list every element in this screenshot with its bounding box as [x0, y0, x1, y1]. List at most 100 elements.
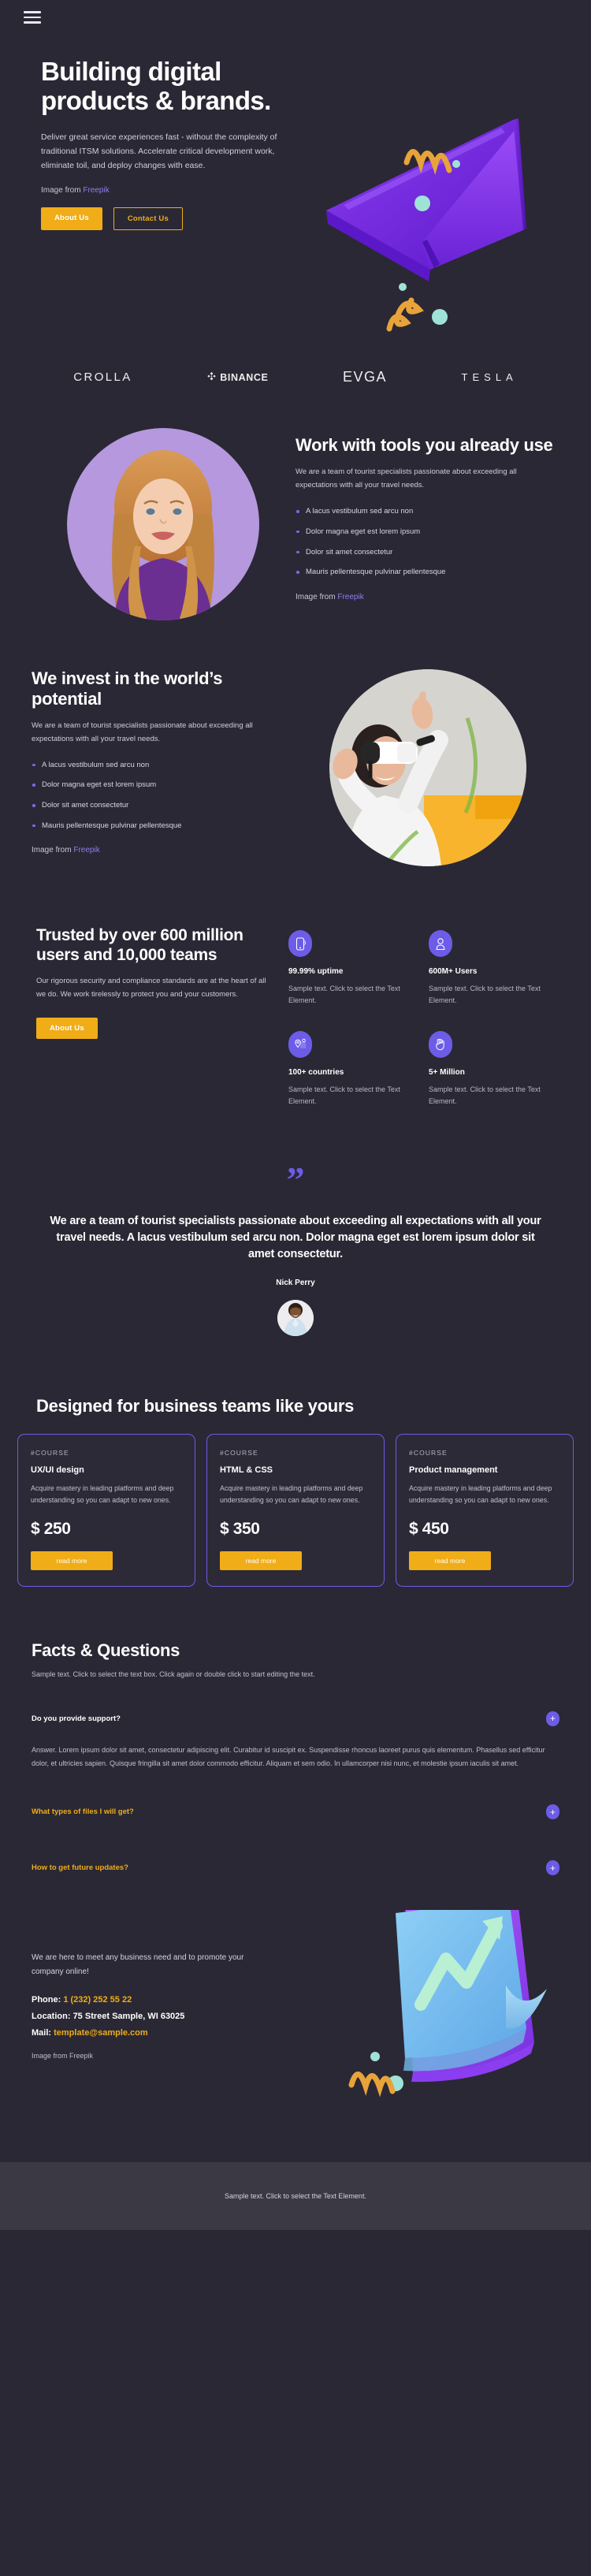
- trusted-about-us-button[interactable]: About Us: [36, 1017, 98, 1039]
- pricing-title: Designed for business teams like yours: [36, 1396, 355, 1416]
- hero-text-block: Building digital products & brands. Deli…: [0, 57, 315, 230]
- pricing-card-product-management[interactable]: #COURSE Product management Acquire maste…: [396, 1434, 574, 1587]
- card-price: $ 250: [31, 1519, 71, 1538]
- tools-bullet-list: A lacus vestibulum sed arcu non Dolor ma…: [296, 502, 559, 583]
- list-item: Dolor magna eget est lorem ipsum: [32, 776, 296, 796]
- tools-section: Work with tools you already use We are a…: [0, 420, 591, 645]
- stat-description: Sample text. Click to select the Text El…: [288, 985, 400, 1005]
- faq-question: What types of files I will get?: [32, 1807, 134, 1817]
- paper-plane-3d-illustration: [312, 73, 588, 333]
- freepik-link[interactable]: Freepik: [337, 593, 363, 601]
- plus-icon[interactable]: +: [546, 1711, 559, 1726]
- mobile-phone-icon: [288, 930, 312, 958]
- trusted-title: Trusted by over 600 million users and 10…: [36, 926, 243, 965]
- stat-description: Sample text. Click to select the Text El…: [429, 1085, 541, 1105]
- contact-image-credit: Image from Freepik: [32, 2052, 94, 2060]
- stat-card-countries: 100+ countries Sample text. Click to sel…: [288, 1030, 414, 1108]
- tools-text-column: Work with tools you already use We are a…: [296, 435, 559, 613]
- credit-prefix: Image from: [296, 592, 338, 601]
- contact-us-button[interactable]: Contact Us: [113, 207, 183, 230]
- hamburger-menu-icon[interactable]: [24, 8, 41, 27]
- faq-section: Facts & Questions Sample text. Click to …: [0, 1610, 591, 1902]
- map-pin-location-icon: [288, 1030, 312, 1058]
- stat-card-users: 600M+ Users Sample text. Click to select…: [429, 930, 555, 1007]
- read-more-button[interactable]: read more: [31, 1550, 113, 1570]
- about-us-button[interactable]: About Us: [41, 207, 102, 230]
- avatar-portrait-man: [277, 1300, 314, 1337]
- stat-description: Sample text. Click to select the Text El…: [429, 985, 541, 1005]
- stat-card-uptime: 99.99% uptime Sample text. Click to sele…: [288, 930, 414, 1007]
- phone-value[interactable]: 1 (232) 252 55 22: [63, 1995, 132, 2005]
- card-description: Acquire mastery in leading platforms and…: [220, 1484, 363, 1505]
- contact-lead-text: We are here to meet any business need an…: [32, 1953, 244, 1977]
- freepik-link[interactable]: Freepik: [83, 186, 109, 195]
- testimonial-text: We are a team of tourist specialists pas…: [50, 1215, 541, 1261]
- stat-title: 99.99% uptime: [288, 967, 344, 977]
- faq-lead-text: Sample text. Click to select the text bo…: [32, 1670, 315, 1678]
- portrait-woman-purple-background: [67, 428, 260, 621]
- contact-location-line: Location: 75 Street Sample, WI 63025: [32, 2012, 315, 2021]
- mail-label: Mail:: [32, 2028, 54, 2038]
- woman-vr-headset-photo: [329, 669, 526, 867]
- user-person-icon: [429, 930, 452, 958]
- binance-diamond-icon: [207, 372, 216, 381]
- faq-question-row[interactable]: How to get future updates? +: [32, 1860, 559, 1876]
- tools-image-credit: Image from Freepik: [296, 593, 559, 601]
- list-item: Dolor sit amet consectetur: [296, 542, 559, 563]
- stat-description: Sample text. Click to select the Text El…: [288, 1085, 400, 1105]
- stat-title: 5+ Million: [429, 1067, 465, 1077]
- faq-question: Do you provide support?: [32, 1714, 121, 1723]
- credit-prefix: Image from: [32, 846, 74, 855]
- phone-label: Phone:: [32, 1995, 64, 2005]
- faq-answer: Answer. Lorem ipsum dolor sit amet, cons…: [32, 1745, 545, 1767]
- stat-title: 100+ countries: [288, 1067, 344, 1077]
- pricing-section: Designed for business teams like yours #…: [0, 1363, 591, 1610]
- faq-item-support[interactable]: Do you provide support? + Answer. Lorem …: [32, 1700, 559, 1781]
- logo-evga: EVGA: [342, 369, 387, 385]
- list-item: Dolor sit amet consectetur: [32, 796, 296, 817]
- hero-subtitle: Deliver great service experiences fast -…: [41, 132, 277, 171]
- plus-icon[interactable]: +: [546, 1860, 559, 1876]
- contact-section: We are here to meet any business need an…: [0, 1902, 591, 2162]
- stat-title: 600M+ Users: [429, 967, 478, 977]
- read-more-button[interactable]: read more: [220, 1550, 302, 1570]
- card-description: Acquire mastery in leading platforms and…: [409, 1484, 552, 1505]
- faq-item-file-types[interactable]: What types of files I will get? +: [32, 1781, 559, 1830]
- faq-question: How to get future updates?: [32, 1863, 128, 1873]
- mail-value[interactable]: template@sample.com: [54, 2028, 148, 2038]
- invest-text-column: We invest in the world’s potential We ar…: [32, 668, 296, 867]
- tools-image-column: [32, 428, 296, 621]
- faq-question-row[interactable]: What types of files I will get? +: [32, 1804, 559, 1820]
- invest-image-column: [296, 669, 559, 867]
- read-more-button[interactable]: read more: [409, 1550, 491, 1570]
- card-tag: #COURSE: [31, 1449, 69, 1457]
- faq-title: Facts & Questions: [32, 1640, 180, 1660]
- footer-text: Sample text. Click to select the Text El…: [225, 2192, 366, 2201]
- card-price: $ 350: [220, 1519, 260, 1538]
- location-label: Location:: [32, 2012, 73, 2022]
- list-item: Mauris pellentesque pulvinar pellentesqu…: [32, 816, 296, 836]
- faq-item-future-updates[interactable]: How to get future updates? +: [32, 1830, 559, 1886]
- footer-bar: Sample text. Click to select the Text El…: [0, 2162, 591, 2231]
- card-title: HTML & CSS: [220, 1465, 273, 1476]
- logo-binance-label: BINANCE: [220, 371, 269, 383]
- freepik-link[interactable]: Freepik: [73, 846, 99, 854]
- partner-logos-strip: CROLLA BINANCE EVGA TESLA: [0, 342, 591, 420]
- hero-section: Building digital products & brands. Deli…: [0, 35, 591, 342]
- list-item: A lacus vestibulum sed arcu non: [32, 755, 296, 776]
- hero-title: Building digital products & brands.: [41, 57, 271, 116]
- contact-phone-line: Phone: 1 (232) 252 55 22: [32, 1995, 315, 2005]
- faq-question-row[interactable]: Do you provide support? +: [32, 1711, 559, 1726]
- growth-chart-card-3d-illustration: [320, 1910, 580, 2146]
- logo-crolla: CROLLA: [73, 370, 132, 384]
- logo-tesla: TESLA: [461, 371, 518, 383]
- trusted-stats-section: Trusted by over 600 million users and 10…: [0, 899, 591, 1131]
- testimonial-section: ” We are a team of tourist specialists p…: [0, 1131, 591, 1363]
- pricing-card-htmlcss[interactable]: #COURSE HTML & CSS Acquire mastery in le…: [206, 1434, 385, 1587]
- pricing-card-uxui[interactable]: #COURSE UX/UI design Acquire mastery in …: [17, 1434, 195, 1587]
- invest-bullet-list: A lacus vestibulum sed arcu non Dolor ma…: [32, 755, 296, 836]
- hand-raised-icon: [429, 1030, 452, 1058]
- card-title: UX/UI design: [31, 1465, 84, 1476]
- plus-icon[interactable]: +: [546, 1804, 559, 1820]
- testimonial-author: Nick Perry: [276, 1279, 315, 1288]
